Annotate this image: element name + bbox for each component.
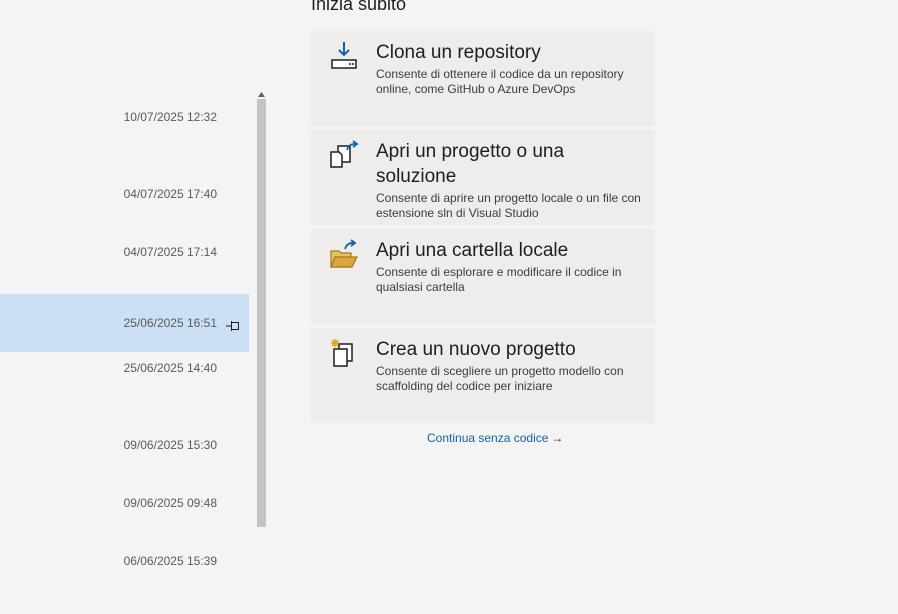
- recent-list: 10/07/2025 12:32 04/07/2025 17:40 04/07/…: [0, 0, 250, 614]
- scrollbar-thumb[interactable]: [257, 99, 266, 527]
- clone-download-icon: [329, 41, 359, 71]
- card-description: Consente di scegliere un progetto modell…: [376, 364, 624, 393]
- continue-label: Continua senza codice: [427, 431, 549, 445]
- card-description: Consente di ottenere il codice da un rep…: [376, 67, 624, 96]
- new-project-icon: [329, 338, 359, 368]
- continue-without-code-link[interactable]: Continua senza codice →: [427, 431, 563, 445]
- recent-item[interactable]: 06/06/2025 15:39: [0, 532, 249, 590]
- card-content: Clona un repository Consente di ottenere…: [376, 40, 641, 97]
- card-content: Apri una cartella locale Consente di esp…: [376, 238, 641, 295]
- recent-item[interactable]: 10/07/2025 12:32: [0, 88, 249, 146]
- recent-item[interactable]: 25/06/2025 14:40: [0, 339, 249, 397]
- open-project-card[interactable]: Apri un progetto o una soluzione Consent…: [311, 130, 655, 225]
- recent-item[interactable]: 04/07/2025 17:40: [0, 165, 249, 223]
- recent-item[interactable]: 04/07/2025 17:14: [0, 223, 249, 281]
- recent-date: 10/07/2025 12:32: [123, 110, 217, 124]
- recent-date: 25/06/2025 14:40: [123, 361, 217, 375]
- open-project-icon: [329, 140, 359, 170]
- recent-date: 04/07/2025 17:40: [123, 187, 217, 201]
- section-title: Inizia subito: [311, 0, 407, 14]
- open-folder-card[interactable]: Apri una cartella locale Consente di esp…: [311, 229, 655, 324]
- recent-date: 09/06/2025 09:48: [123, 496, 217, 510]
- card-title: Crea un nuovo progetto: [376, 339, 576, 360]
- new-project-card[interactable]: Crea un nuovo progetto Consente di scegl…: [311, 328, 655, 423]
- card-title: Apri un progetto o una soluzione: [376, 141, 565, 187]
- recent-date: 06/06/2025 15:39: [123, 554, 217, 568]
- card-title: Clona un repository: [376, 42, 541, 63]
- scroll-up-arrow-icon[interactable]: [257, 86, 266, 97]
- recent-date: 04/07/2025 17:14: [123, 245, 217, 259]
- recent-date: 09/06/2025 15:30: [123, 438, 217, 452]
- recent-date: 25/06/2025 16:51: [123, 316, 217, 330]
- pin-icon[interactable]: [226, 318, 240, 331]
- card-title: Apri una cartella locale: [376, 240, 569, 261]
- recent-item[interactable]: 09/06/2025 15:30: [0, 416, 249, 474]
- card-content: Crea un nuovo progetto Consente di scegl…: [376, 337, 641, 394]
- open-folder-icon: [329, 239, 359, 269]
- card-description: Consente di aprire un progetto locale o …: [376, 191, 641, 220]
- arrow-right-icon: →: [551, 431, 564, 445]
- card-content: Apri un progetto o una soluzione Consent…: [376, 139, 641, 221]
- card-description: Consente di esplorare e modificare il co…: [376, 265, 622, 294]
- clone-repository-card[interactable]: Clona un repository Consente di ottenere…: [311, 31, 655, 126]
- recent-item[interactable]: 09/06/2025 09:48: [0, 474, 249, 532]
